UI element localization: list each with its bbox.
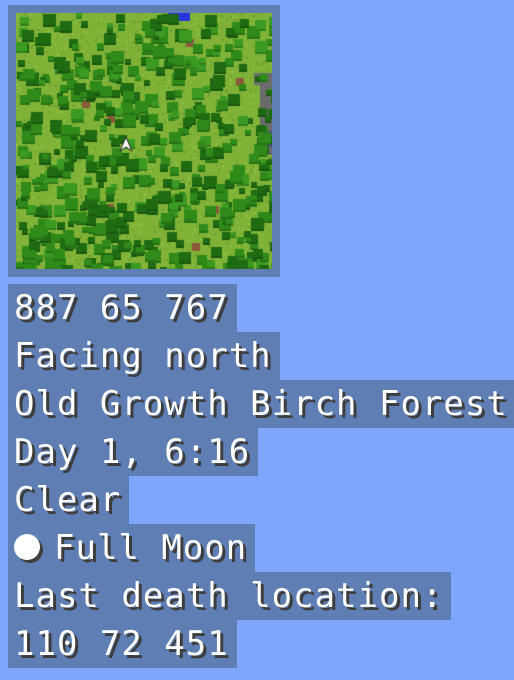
moon-phase-label: Full Moon <box>54 528 248 568</box>
facing-direction: Facing north <box>8 332 280 380</box>
full-moon-icon <box>14 533 40 560</box>
last-death-coordinates: 110 72 451 <box>8 620 237 668</box>
minimap-terrain <box>16 13 272 269</box>
moon-phase: Full Moon <box>8 524 256 572</box>
minimap <box>8 5 280 277</box>
coordinates-readout: 887 65 767 <box>8 284 237 332</box>
hud-info-panel: 887 65 767 Facing north Old Growth Birch… <box>8 284 514 668</box>
day-time: Day 1, 6:16 <box>8 428 259 476</box>
biome-name: Old Growth Birch Forest <box>8 380 514 428</box>
weather-status: Clear <box>8 476 130 524</box>
last-death-label: Last death location: <box>8 572 452 620</box>
